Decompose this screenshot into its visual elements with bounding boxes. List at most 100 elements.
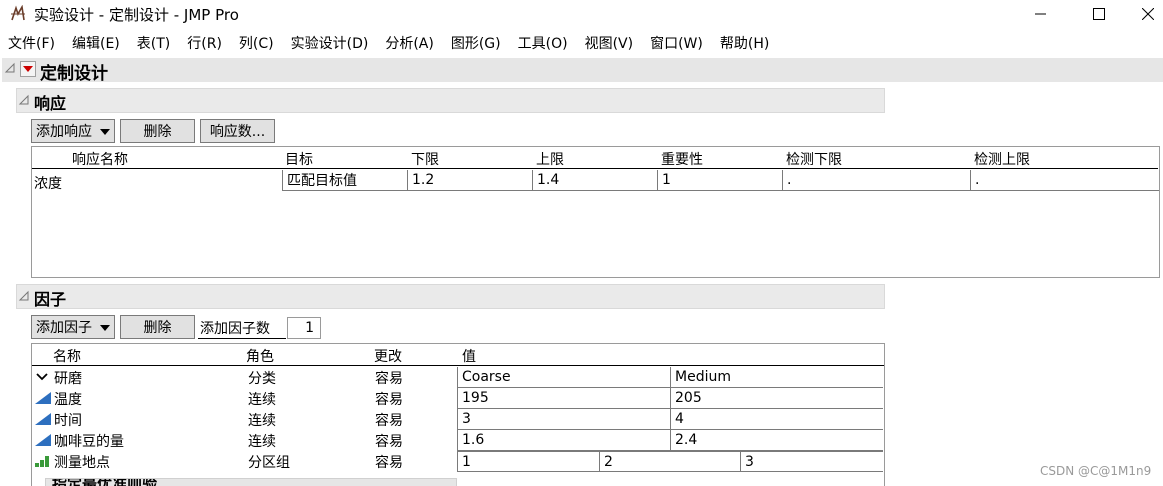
factor-name-cell[interactable]: 测量地点	[54, 452, 110, 472]
continuous-ramp-icon	[35, 392, 51, 404]
factor-value-cell[interactable]: 2	[599, 451, 741, 472]
factor-value-cell[interactable]: 195	[457, 388, 671, 409]
factor-changes-cell[interactable]: 容易	[375, 452, 403, 472]
categorical-chevron-icon	[36, 373, 48, 381]
factor-name-cell[interactable]: 研磨	[54, 368, 82, 388]
add-response-label: 添加响应	[36, 124, 92, 140]
response-name-cell[interactable]: 浓度	[34, 173, 62, 193]
factor-value-cell[interactable]: 2.4	[670, 430, 883, 451]
platform-title: 定制设计	[40, 64, 108, 84]
optimality-criterion-header: 指定最优准则验	[45, 478, 457, 486]
response-importance-cell[interactable]: 1	[657, 170, 783, 191]
menu-cols[interactable]: 列(C)	[239, 33, 274, 53]
menu-doe[interactable]: 实验设计(D)	[291, 33, 369, 53]
minimize-icon	[1035, 13, 1046, 15]
response-upper-cell[interactable]: 1.4	[532, 170, 658, 191]
continuous-ramp-icon	[35, 434, 51, 446]
menu-window[interactable]: 窗口(W)	[650, 33, 703, 53]
factor-value-cell[interactable]: 1.6	[457, 430, 671, 451]
col-header-role: 角色	[246, 349, 274, 365]
factor-value-cell[interactable]: 205	[670, 388, 883, 409]
menu-view[interactable]: 视图(V)	[585, 33, 634, 53]
col-header-factor-name: 名称	[53, 349, 81, 365]
add-factor-label: 添加因子	[36, 320, 92, 336]
title-bar: 实验设计 - 定制设计 - JMP Pro	[0, 0, 1163, 28]
delete-factor-label: 删除	[143, 320, 172, 336]
menu-graph[interactable]: 图形(G)	[451, 33, 501, 53]
disclosure-triangle-icon[interactable]	[4, 62, 16, 74]
factor-value-cell[interactable]: Medium	[670, 367, 883, 388]
factor-name-cell[interactable]: 咖啡豆的量	[54, 431, 124, 451]
menu-file[interactable]: 文件(F)	[8, 33, 55, 53]
response-count-label: 响应数...	[209, 124, 266, 140]
platform-header	[2, 58, 1163, 82]
factor-value-cell[interactable]: 1	[457, 451, 600, 472]
responses-title: 响应	[34, 94, 67, 113]
delete-response-label: 删除	[143, 124, 172, 140]
label-underline	[198, 338, 286, 339]
response-detect-lower-cell[interactable]: .	[782, 170, 971, 191]
disclosure-triangle-icon[interactable]	[18, 290, 30, 302]
factor-changes-cell[interactable]: 容易	[375, 389, 403, 409]
factor-value-cell[interactable]: Coarse	[457, 367, 671, 388]
red-triangle-icon	[23, 66, 33, 72]
responses-header	[16, 88, 885, 113]
col-header-values: 值	[462, 349, 476, 365]
menu-edit[interactable]: 编辑(E)	[72, 33, 120, 53]
menu-tools[interactable]: 工具(O)	[518, 33, 568, 53]
menu-rows[interactable]: 行(R)	[187, 33, 222, 53]
maximize-button[interactable]	[1076, 0, 1122, 28]
header-divider	[32, 365, 884, 366]
chevron-down-icon	[100, 129, 110, 135]
factor-role-cell: 连续	[248, 392, 276, 408]
menu-table[interactable]: 表(T)	[137, 33, 170, 53]
window-title: 实验设计 - 定制设计 - JMP Pro	[34, 6, 239, 24]
factor-value-cell[interactable]: 3	[740, 451, 883, 472]
factor-role-cell: 连续	[248, 413, 276, 429]
factor-value-cell[interactable]: 4	[670, 409, 883, 430]
watermark-text: CSDN @C@1M1n9	[1040, 464, 1152, 478]
add-factor-button[interactable]: 添加因子	[31, 315, 115, 339]
minimize-button[interactable]	[1018, 0, 1064, 28]
jmp-app-icon	[11, 5, 25, 21]
col-header-changes: 更改	[374, 349, 402, 365]
factor-changes-cell[interactable]: 容易	[375, 410, 403, 430]
col-header-upper: 上限	[536, 152, 564, 168]
add-factor-count-label: 添加因子数	[200, 321, 270, 337]
red-triangle-menu[interactable]	[20, 61, 36, 77]
close-icon	[1142, 8, 1154, 20]
response-detect-upper-cell[interactable]: .	[970, 170, 1159, 191]
factors-title: 因子	[34, 290, 67, 309]
factor-role-cell: 连续	[248, 434, 276, 450]
delete-response-button[interactable]: 删除	[120, 119, 195, 143]
col-header-lower: 下限	[411, 152, 439, 168]
close-button[interactable]	[1125, 0, 1163, 28]
col-header-importance: 重要性	[661, 152, 703, 168]
continuous-ramp-icon	[35, 413, 51, 425]
response-count-button[interactable]: 响应数...	[200, 119, 275, 143]
response-lower-cell[interactable]: 1.2	[407, 170, 533, 191]
col-header-goal: 目标	[285, 152, 313, 168]
blocking-bars-icon	[35, 456, 49, 467]
response-goal-cell[interactable]: 匹配目标值	[282, 170, 408, 191]
disclosure-triangle-icon[interactable]	[18, 94, 30, 106]
menu-bar: 文件(F) 编辑(E) 表(T) 行(R) 列(C) 实验设计(D) 分析(A)…	[0, 30, 1163, 56]
factor-changes-cell[interactable]: 容易	[375, 431, 403, 451]
col-header-detect-lower: 检测下限	[786, 152, 842, 168]
factor-value-cell[interactable]: 3	[457, 409, 671, 430]
factor-name-cell[interactable]: 温度	[54, 389, 82, 409]
factor-role-cell: 分区组	[248, 455, 290, 471]
maximize-icon	[1093, 8, 1105, 20]
menu-analyze[interactable]: 分析(A)	[385, 33, 434, 53]
col-header-detect-upper: 检测上限	[974, 152, 1030, 168]
menu-help[interactable]: 帮助(H)	[720, 33, 769, 53]
factor-changes-cell[interactable]: 容易	[375, 368, 403, 388]
factor-name-cell[interactable]: 时间	[54, 410, 82, 430]
factor-role-cell: 分类	[248, 371, 276, 387]
factors-header	[16, 284, 885, 309]
delete-factor-button[interactable]: 删除	[120, 315, 195, 339]
chevron-down-icon	[100, 325, 110, 331]
add-response-button[interactable]: 添加响应	[31, 119, 115, 143]
add-factor-count-input[interactable]: 1	[287, 317, 321, 339]
col-header-response-name: 响应名称	[72, 152, 128, 168]
